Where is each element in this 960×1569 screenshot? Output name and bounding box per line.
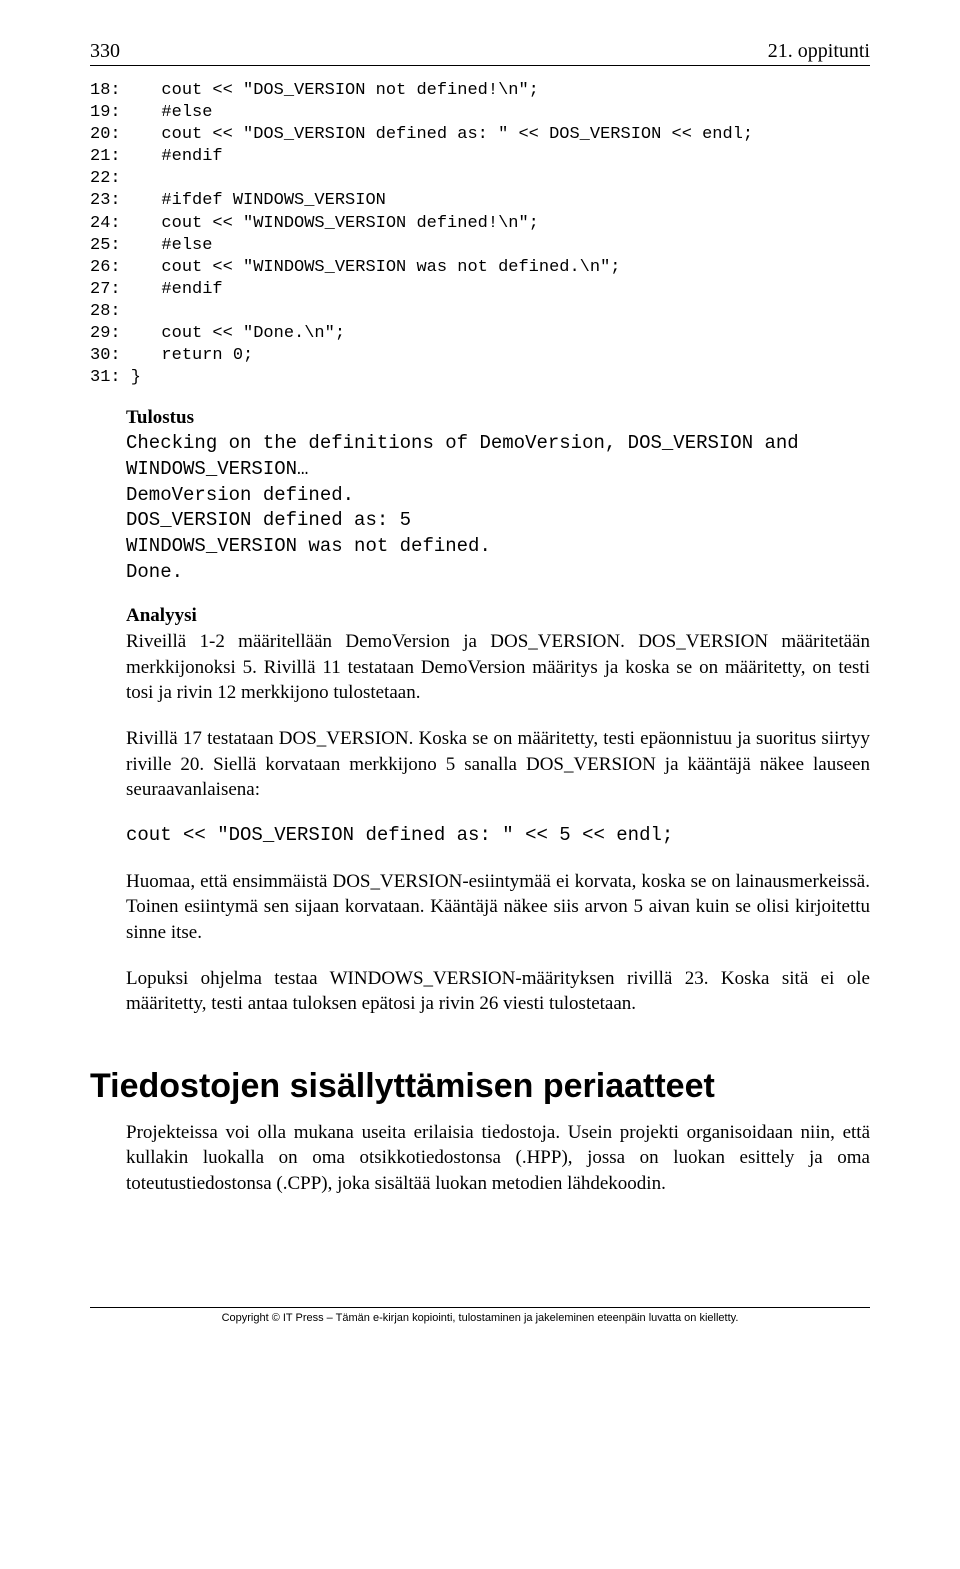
- analyysi-p3: Huomaa, että ensimmäistä DOS_VERSION-esi…: [126, 869, 870, 946]
- content-indent: Tulostus Checking on the definitions of …: [90, 407, 870, 1196]
- code-listing: 18: cout << "DOS_VERSION not defined!\n"…: [90, 80, 870, 389]
- chapter-title: 21. oppitunti: [768, 40, 870, 63]
- section-heading: Tiedostojen sisällyttämisen periaatteet: [90, 1067, 870, 1106]
- page-header: 330 21. oppitunti: [90, 40, 870, 66]
- footer-copyright: Copyright © IT Press – Tämän e-kirjan ko…: [90, 1307, 870, 1324]
- analyysi-p4: Lopuksi ohjelma testaa WINDOWS_VERSION-m…: [126, 966, 870, 1017]
- page: 330 21. oppitunti 18: cout << "DOS_VERSI…: [0, 0, 960, 1354]
- analyysi-code-line: cout << "DOS_VERSION defined as: " << 5 …: [126, 823, 870, 849]
- analyysi-label: Analyysi: [126, 605, 870, 627]
- tulostus-output: Checking on the definitions of DemoVersi…: [126, 431, 870, 585]
- section-body: Projekteissa voi olla mukana useita eril…: [126, 1120, 870, 1197]
- tulostus-label: Tulostus: [126, 407, 870, 429]
- analyysi-p1: Riveillä 1-2 määritellään DemoVersion ja…: [126, 629, 870, 706]
- page-number: 330: [90, 40, 120, 63]
- analyysi-p2: Rivillä 17 testataan DOS_VERSION. Koska …: [126, 726, 870, 803]
